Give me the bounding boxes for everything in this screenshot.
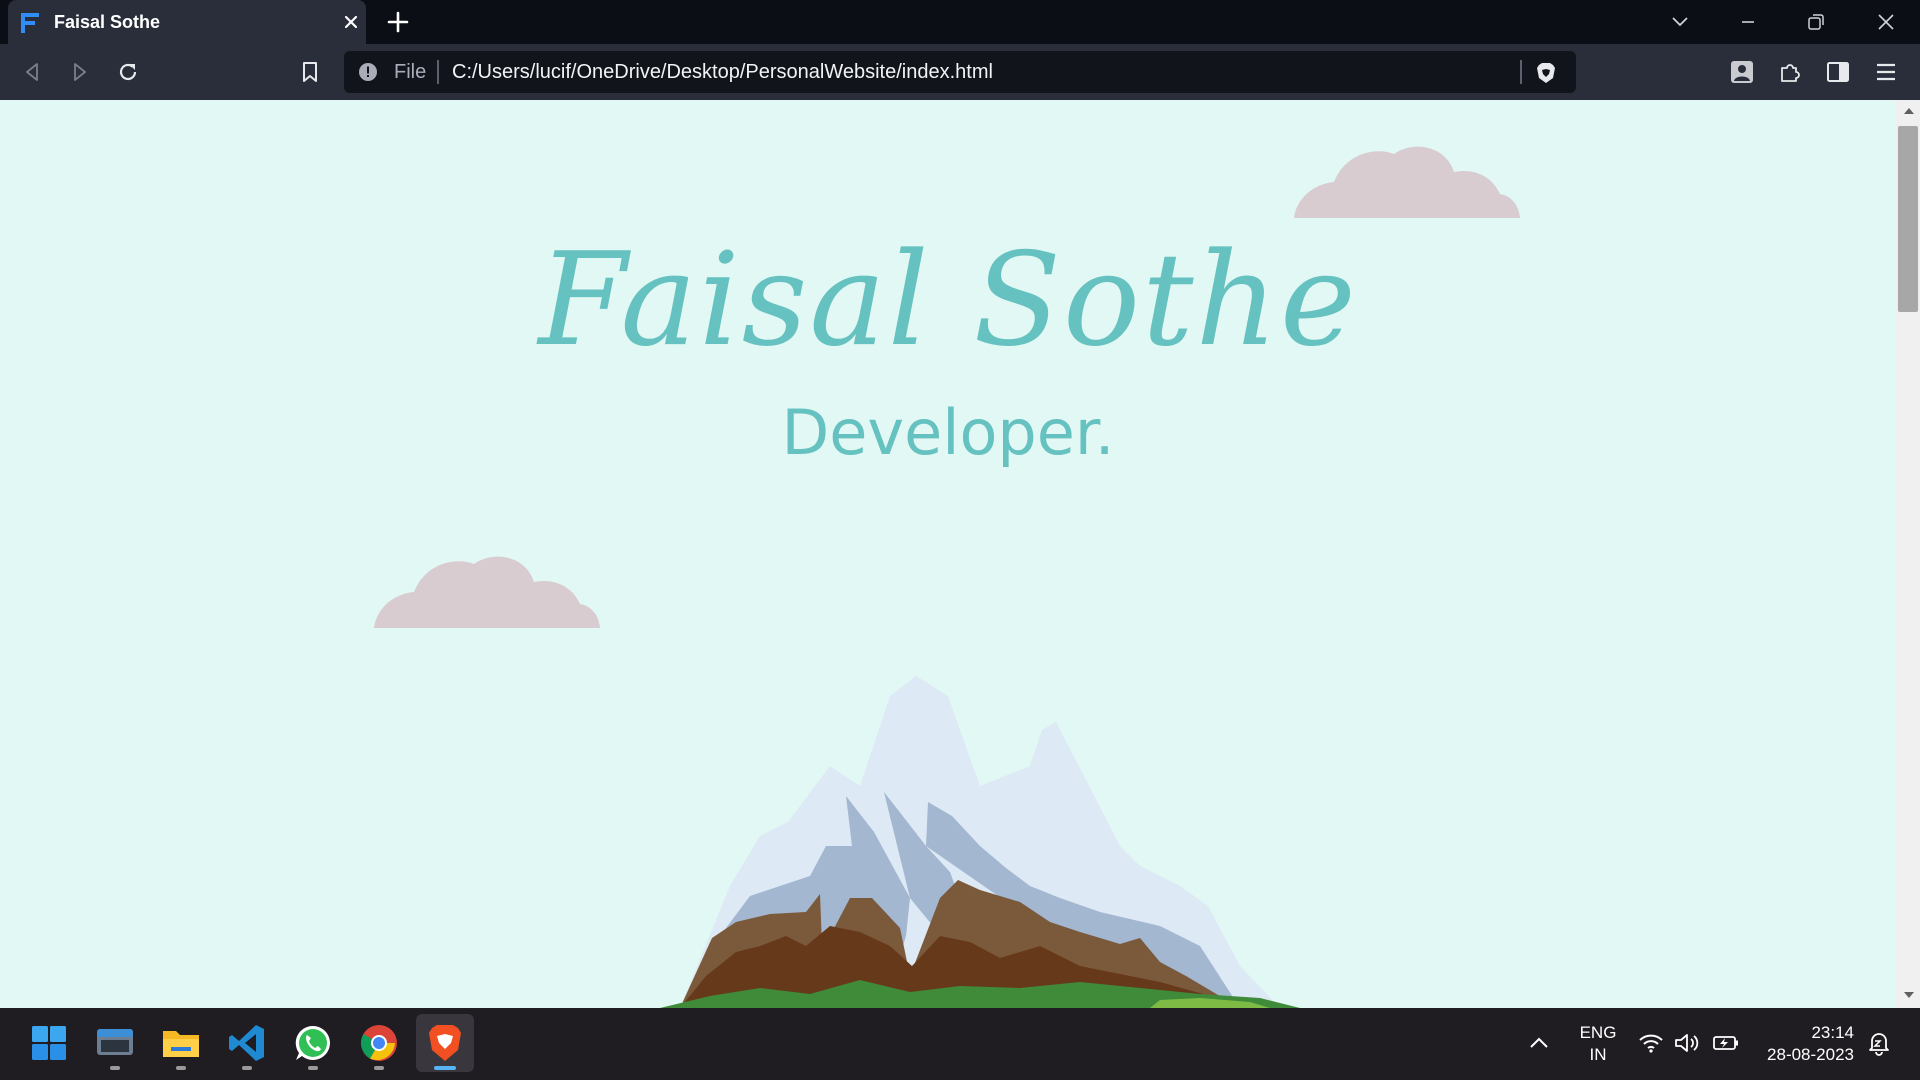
file-explorer-icon [163,1031,199,1057]
back-icon[interactable] [18,58,46,86]
scroll-up-arrow-icon[interactable] [1902,106,1916,116]
close-icon[interactable] [1852,0,1920,44]
tab-close-icon[interactable] [340,11,362,33]
cloud-decoration [374,556,600,628]
notification-icon[interactable] [1866,1030,1892,1056]
language-code: ENG [1579,1023,1617,1042]
brave-shield-icon[interactable] [1534,61,1558,85]
language-indicator[interactable]: ENG IN [1570,1022,1626,1066]
scrollbar-thumb[interactable] [1898,126,1918,312]
brave-icon [429,1025,461,1061]
language-region: IN [1589,1045,1607,1064]
url-scheme-label: File [394,61,427,83]
chrome-icon [360,1025,397,1061]
running-indicator [242,1066,252,1070]
clock-date: 28-08-2023 [1767,1045,1854,1064]
profile-icon[interactable] [1728,58,1756,86]
taskbar: ENG IN 23:14 28-08-2023 [0,1008,1920,1080]
address-bar[interactable]: File C:/Users/lucif/OneDrive/Desktop/Per… [344,51,1576,93]
running-indicator [176,1066,186,1070]
forward-icon[interactable] [66,58,94,86]
restore-icon[interactable] [1782,0,1850,44]
minimize-icon[interactable] [1714,0,1782,44]
taskbar-app-whatsapp[interactable] [284,1014,342,1072]
menu-icon[interactable] [1872,58,1900,86]
url-text[interactable]: C:/Users/lucif/OneDrive/Desktop/Personal… [452,61,993,84]
mountain-illustration [660,676,1300,1008]
hero-name: Faisal Sothe [538,226,1358,375]
bookmark-icon[interactable] [296,58,324,86]
scroll-down-arrow-icon[interactable] [1902,990,1916,1000]
battery-charging-icon[interactable] [1712,1034,1740,1052]
taskbar-app-terminal[interactable] [86,1014,144,1072]
wifi-icon[interactable] [1638,1032,1664,1054]
info-icon[interactable] [358,62,378,82]
clock-time: 23:14 [1811,1023,1854,1042]
active-indicator [434,1066,456,1070]
new-tab-icon[interactable] [384,8,412,36]
vscode-icon [229,1025,264,1061]
title-bar: Faisal Sothe [0,0,1920,44]
hero-role: Developer. [781,396,1115,469]
taskbar-app-brave[interactable] [416,1014,474,1072]
web-page: Faisal Sothe Developer. [0,100,1896,1008]
start-icon [32,1026,66,1060]
taskbar-app-file-explorer[interactable] [152,1014,210,1072]
tab-title: Faisal Sothe [54,12,161,32]
sidebar-icon[interactable] [1824,58,1852,86]
url-divider [437,60,439,84]
taskbar-app-chrome[interactable] [350,1014,408,1072]
running-indicator [308,1066,318,1070]
extensions-icon[interactable] [1776,58,1804,86]
tab-search-icon[interactable] [1646,0,1714,44]
faisal-f-logo-icon [21,13,39,33]
whatsapp-icon [295,1025,330,1060]
volume-icon[interactable] [1674,1032,1700,1054]
browser-toolbar: File C:/Users/lucif/OneDrive/Desktop/Per… [0,44,1920,100]
start-button[interactable] [20,1014,78,1072]
reload-icon[interactable] [114,58,142,86]
running-indicator [374,1066,384,1070]
running-indicator [110,1066,120,1070]
chevron-up-icon[interactable] [1528,1036,1550,1050]
taskbar-app-vscode[interactable] [218,1014,276,1072]
browser-tab[interactable]: Faisal Sothe [8,0,366,44]
clock[interactable]: 23:14 28-08-2023 [1756,1022,1854,1066]
terminal-icon [97,1029,133,1055]
url-divider [1520,60,1522,84]
cloud-decoration [1294,146,1520,218]
